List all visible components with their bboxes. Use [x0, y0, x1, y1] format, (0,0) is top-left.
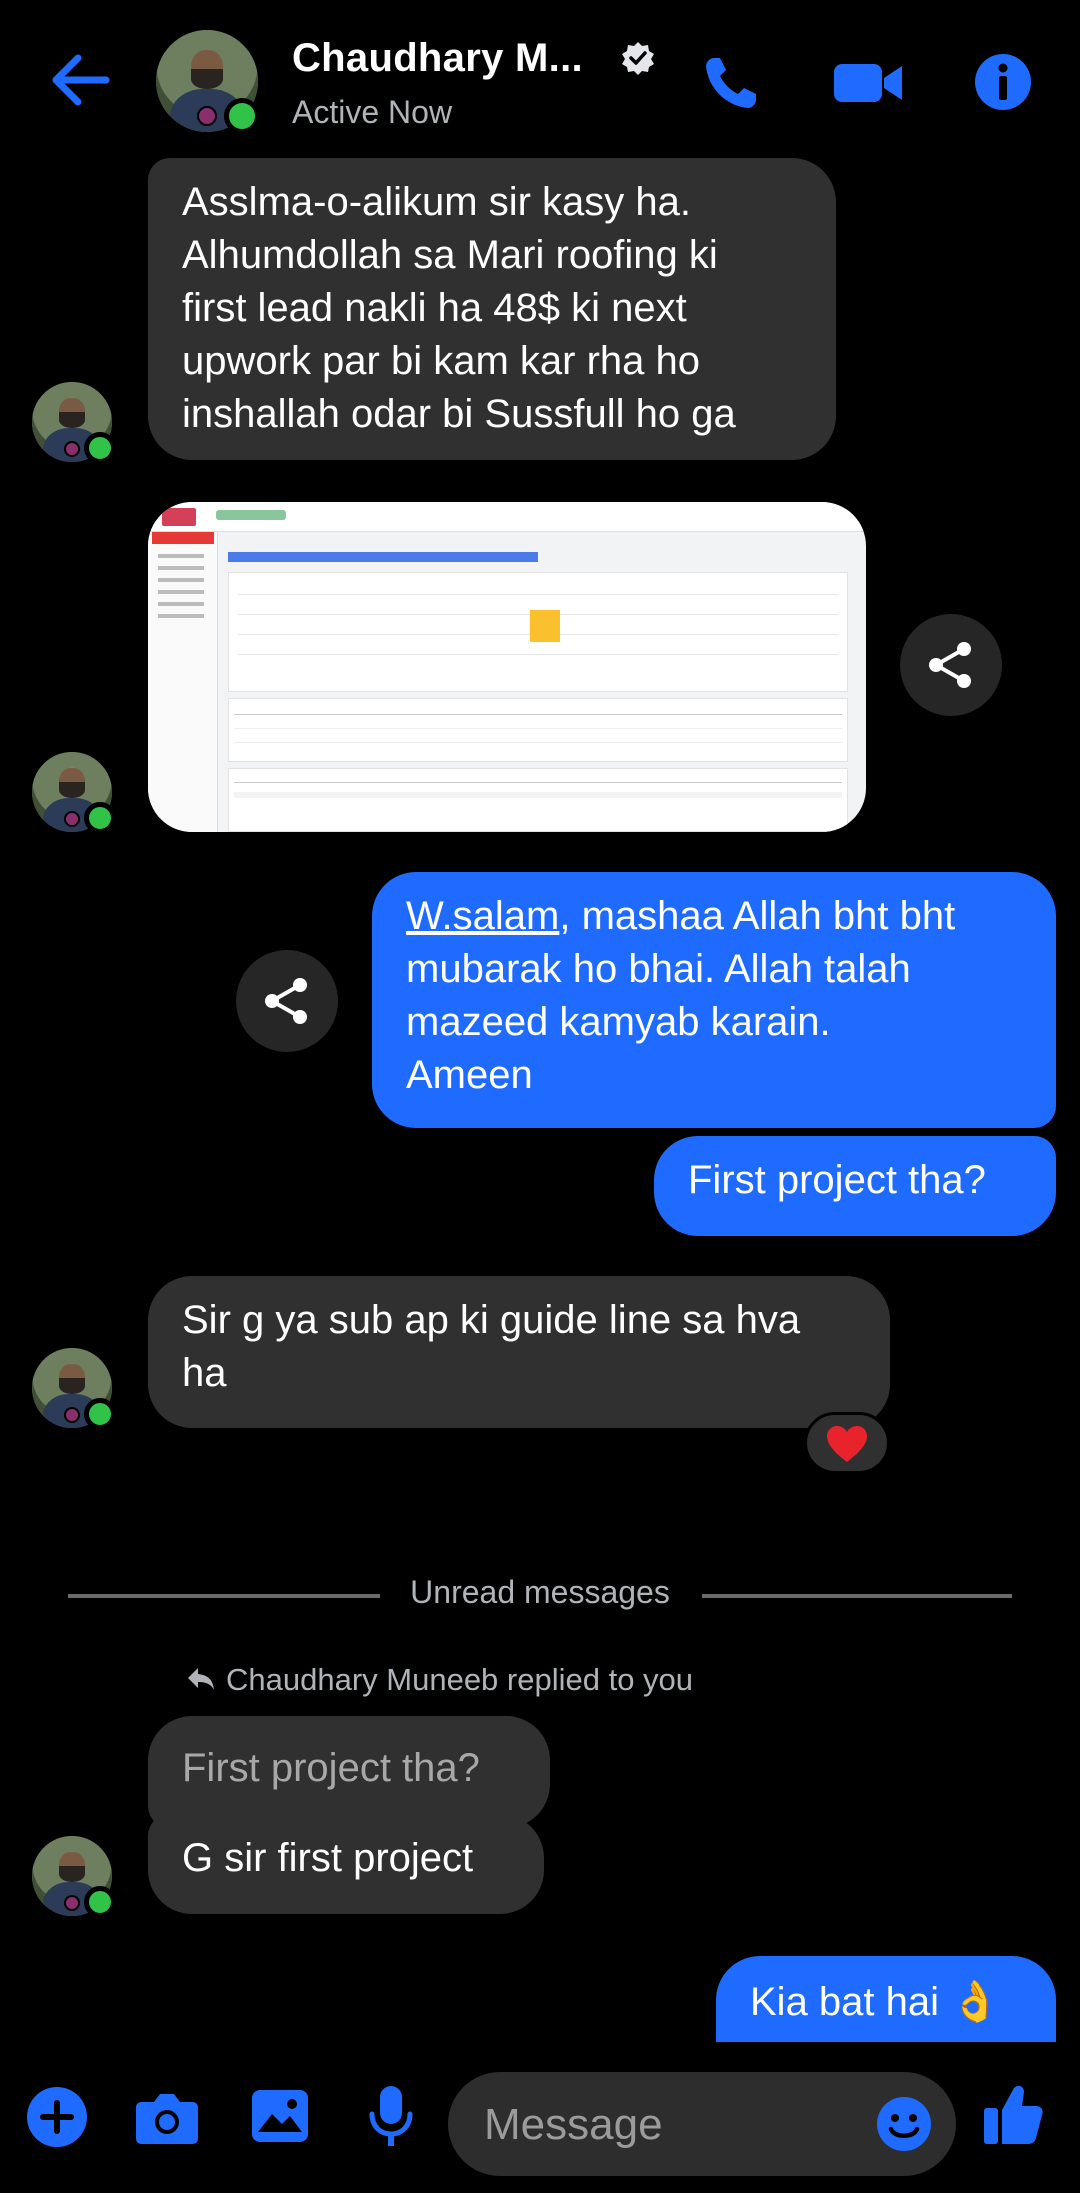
thumbs-up-icon[interactable]	[982, 2082, 1044, 2146]
phone-icon[interactable]	[700, 52, 764, 112]
camera-icon[interactable]	[134, 2090, 200, 2146]
microphone-icon[interactable]	[368, 2084, 414, 2148]
incoming-message[interactable]: Asslma-o-alikum sir kasy ha. Alhumdollah…	[148, 158, 836, 460]
unread-messages-label: Unread messages	[410, 1574, 670, 1610]
incoming-message[interactable]: G sir first project	[148, 1814, 544, 1914]
heart-reaction[interactable]	[804, 1412, 890, 1474]
verified-icon	[622, 42, 654, 75]
message-input[interactable]: Message	[448, 2072, 956, 2176]
outgoing-message[interactable]: Kia bat hai 👌	[716, 1956, 1056, 2042]
chat-header: Chaudhary M... Active Now	[0, 0, 1080, 160]
share-button[interactable]	[236, 950, 338, 1052]
message-link[interactable]: W.salam	[406, 894, 559, 938]
plus-icon[interactable]	[26, 2086, 88, 2148]
online-indicator	[84, 802, 116, 834]
arrow-left-icon[interactable]	[48, 52, 112, 108]
outgoing-message[interactable]: W.salam, mashaa Allah bht bht mubarak ho…	[372, 872, 1056, 1128]
online-indicator	[84, 432, 116, 464]
video-camera-icon[interactable]	[832, 52, 904, 112]
message-input-placeholder: Message	[484, 2100, 663, 2149]
emoji-icon[interactable]	[876, 2096, 932, 2152]
share-button[interactable]	[900, 614, 1002, 716]
contact-status: Active Now	[292, 94, 453, 130]
incoming-message[interactable]: Sir g ya sub ap ki guide line sa hva ha	[148, 1276, 890, 1428]
message-composer: Message	[0, 2058, 1080, 2193]
outgoing-message[interactable]: First project tha?	[654, 1136, 1056, 1236]
share-icon	[265, 978, 307, 1024]
quoted-message[interactable]: First project tha?	[148, 1716, 550, 1828]
online-indicator	[84, 1886, 116, 1918]
reply-notice-text: Chaudhary Muneeb replied to you	[226, 1662, 694, 1697]
share-icon	[929, 642, 971, 688]
contact-name[interactable]: Chaudhary M...	[292, 36, 583, 81]
image-icon[interactable]	[250, 2088, 310, 2144]
info-icon[interactable]	[972, 52, 1034, 112]
online-indicator	[84, 1398, 116, 1430]
heart-icon	[827, 1426, 867, 1462]
online-indicator	[224, 98, 260, 134]
reply-arrow-icon	[188, 1668, 214, 1690]
shared-screenshot-image[interactable]	[148, 502, 866, 832]
